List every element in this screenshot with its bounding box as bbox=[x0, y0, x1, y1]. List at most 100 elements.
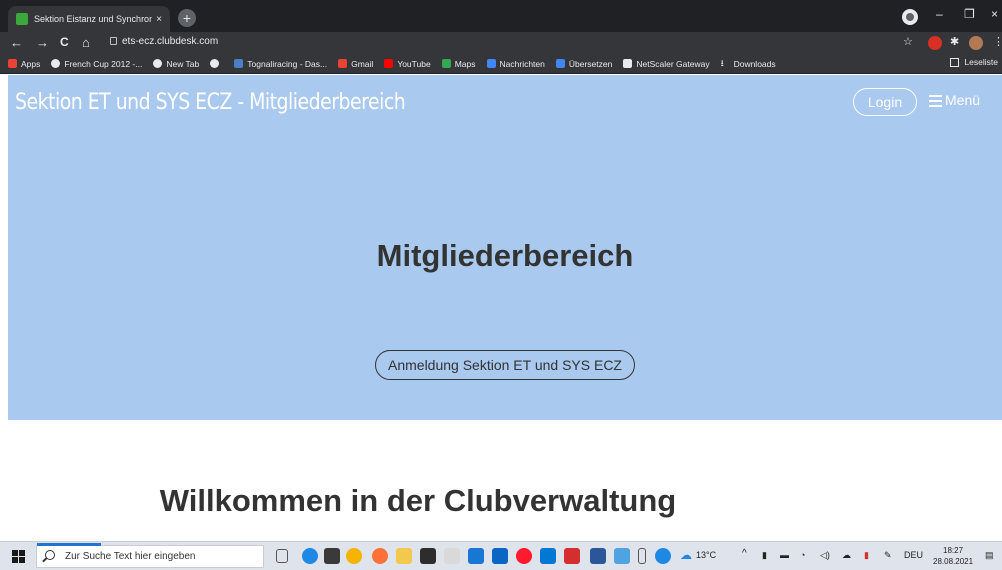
welcome-heading: Willkommen in der Clubverwaltung bbox=[159, 483, 677, 518]
browser-tab[interactable]: Sektion Eistanz und Synchronized × bbox=[8, 6, 170, 32]
overflow-chevron-icon[interactable] bbox=[638, 548, 646, 564]
outlook-icon[interactable] bbox=[492, 548, 508, 564]
bookmark-label: Übersetzen bbox=[568, 58, 613, 69]
bookmark-new-tab[interactable]: New Tab bbox=[153, 59, 199, 69]
bookmark-label: French Cup 2012 -... bbox=[64, 58, 143, 69]
pen-icon[interactable]: ✎ bbox=[884, 550, 892, 561]
hamburger-icon bbox=[929, 94, 942, 107]
app-icon[interactable] bbox=[614, 548, 630, 564]
bookmark-globe[interactable] bbox=[210, 59, 223, 68]
bookmark-label: Gmail bbox=[351, 58, 374, 69]
menu-label: Menü bbox=[945, 92, 981, 108]
volume-icon[interactable]: ◁) bbox=[820, 550, 830, 561]
help-icon[interactable] bbox=[655, 548, 671, 564]
extensions-puzzle-icon[interactable]: ✱ bbox=[950, 35, 959, 48]
bookmark-nachrichten[interactable]: Nachrichten bbox=[486, 58, 545, 69]
edge-browser-icon[interactable] bbox=[302, 548, 318, 564]
bookmark-maps[interactable]: Maps bbox=[441, 59, 476, 69]
site-favicon-icon bbox=[16, 13, 28, 25]
bookmark-netscaler[interactable]: NetScaler Gateway bbox=[623, 58, 710, 69]
bookmark-gmail[interactable]: Gmail bbox=[338, 59, 373, 69]
app-icon[interactable] bbox=[444, 548, 460, 564]
weather-icon[interactable]: ☁ bbox=[680, 548, 694, 564]
clock-date: 28.08.2021 bbox=[933, 557, 974, 566]
notification-icon[interactable]: ▤ bbox=[985, 550, 994, 561]
youtube-icon bbox=[384, 59, 394, 68]
registration-button[interactable]: Anmeldung Sektion ET und SYS ECZ bbox=[375, 350, 635, 380]
login-button[interactable]: Login bbox=[853, 88, 917, 116]
tray-icon[interactable]: ▬ bbox=[780, 550, 789, 560]
reading-list-icon bbox=[950, 57, 960, 67]
chrome-icon[interactable] bbox=[346, 548, 362, 564]
browser-toolbar: ← → C ⌂ ets-ecz.clubdesk.com ☆ ✱ ⋮ bbox=[0, 32, 1002, 54]
hero-title: Mitgliederbereich bbox=[376, 238, 634, 273]
tray-icon[interactable]: ▮ bbox=[864, 550, 869, 561]
forward-icon[interactable]: → bbox=[36, 35, 49, 50]
opera-icon[interactable] bbox=[516, 548, 532, 564]
weather-temperature[interactable]: 13°C bbox=[696, 550, 716, 560]
hero-section: Sektion ET und SYS ECZ - Mitgliederberei… bbox=[8, 75, 1002, 420]
profile-icon[interactable] bbox=[902, 9, 918, 25]
reading-list-label: Leseliste bbox=[964, 57, 998, 67]
back-icon[interactable]: ← bbox=[10, 35, 23, 50]
bookmark-label: NetScaler Gateway bbox=[636, 58, 710, 69]
bookmarks-bar: Apps French Cup 2012 -... New Tab Tognal… bbox=[0, 54, 1002, 74]
download-icon: ⭳ bbox=[720, 58, 724, 68]
file-explorer-icon[interactable] bbox=[396, 548, 412, 564]
clock-time: 18:27 bbox=[943, 546, 964, 555]
bookmark-apps[interactable]: Apps bbox=[8, 59, 40, 69]
netscaler-icon bbox=[623, 59, 633, 68]
bookmark-youtube[interactable]: YouTube bbox=[384, 58, 431, 69]
tab-title: Sektion Eistanz und Synchronized bbox=[34, 14, 153, 24]
network-icon[interactable]: ◔ bbox=[800, 550, 805, 560]
taskbar-clock[interactable]: 18:27 28.08.2021 bbox=[933, 545, 973, 567]
acrobat-icon[interactable] bbox=[564, 548, 580, 564]
bookmark-label: Apps bbox=[21, 58, 41, 69]
bookmark-tognaliracing[interactable]: Tognaliracing - Das... bbox=[234, 59, 327, 69]
tray-chevron-icon[interactable]: ^ bbox=[742, 548, 747, 559]
bookmark-star-icon[interactable]: ☆ bbox=[903, 35, 913, 48]
browser-titlebar: Sektion Eistanz und Synchronized × + – ❐… bbox=[0, 0, 1002, 32]
tray-icon[interactable]: ▮ bbox=[762, 550, 767, 561]
language-indicator[interactable]: DEU bbox=[904, 550, 923, 560]
gmail-icon bbox=[338, 59, 348, 68]
lock-icon[interactable] bbox=[110, 37, 117, 45]
onedrive-icon[interactable]: ☁ bbox=[842, 550, 851, 561]
reload-icon[interactable]: C bbox=[60, 35, 69, 49]
bookmark-label: Nachrichten bbox=[499, 58, 545, 69]
translate-icon bbox=[555, 59, 565, 68]
store-icon[interactable] bbox=[324, 548, 340, 564]
browser-menu-icon[interactable]: ⋮ bbox=[993, 35, 1002, 48]
menu-button[interactable]: Menü bbox=[929, 92, 980, 108]
bookmark-downloads[interactable]: ⭳ Downloads bbox=[721, 59, 776, 69]
globe-icon bbox=[51, 59, 61, 68]
maps-icon bbox=[441, 59, 451, 68]
site-title[interactable]: Sektion ET und SYS ECZ - Mitgliederberei… bbox=[15, 90, 406, 115]
windows-start-icon[interactable] bbox=[12, 550, 26, 564]
amazon-icon[interactable] bbox=[420, 548, 436, 564]
news-icon bbox=[486, 59, 496, 68]
adblock-extension-icon[interactable] bbox=[928, 36, 942, 50]
minimize-button[interactable]: – bbox=[936, 7, 943, 21]
task-view-icon[interactable] bbox=[276, 549, 288, 563]
bookmark-label: Tognaliracing - Das... bbox=[247, 58, 328, 69]
bookmark-french-cup[interactable]: French Cup 2012 -... bbox=[51, 59, 142, 69]
app-icon[interactable] bbox=[540, 548, 556, 564]
firefox-icon[interactable] bbox=[372, 548, 388, 564]
reading-list[interactable]: Leseliste bbox=[950, 57, 998, 67]
home-icon[interactable]: ⌂ bbox=[82, 35, 90, 50]
user-avatar-icon[interactable] bbox=[969, 36, 983, 50]
bookmark-label: New Tab bbox=[166, 58, 200, 69]
address-bar[interactable]: ets-ecz.clubdesk.com bbox=[122, 36, 218, 47]
tab-close-icon[interactable]: × bbox=[156, 14, 162, 25]
maximize-button[interactable]: ❐ bbox=[964, 7, 975, 21]
word-icon[interactable] bbox=[590, 548, 606, 564]
close-window-button[interactable]: × bbox=[991, 7, 998, 21]
tognali-icon bbox=[234, 59, 244, 68]
bookmark-label: YouTube bbox=[397, 58, 431, 69]
search-placeholder: Zur Suche Text hier eingeben bbox=[65, 551, 196, 562]
taskbar-search-input[interactable]: Zur Suche Text hier eingeben bbox=[36, 543, 264, 568]
bookmark-uebersetzen[interactable]: Übersetzen bbox=[555, 58, 613, 69]
new-tab-button[interactable]: + bbox=[178, 9, 196, 27]
app-icon[interactable] bbox=[468, 548, 484, 564]
